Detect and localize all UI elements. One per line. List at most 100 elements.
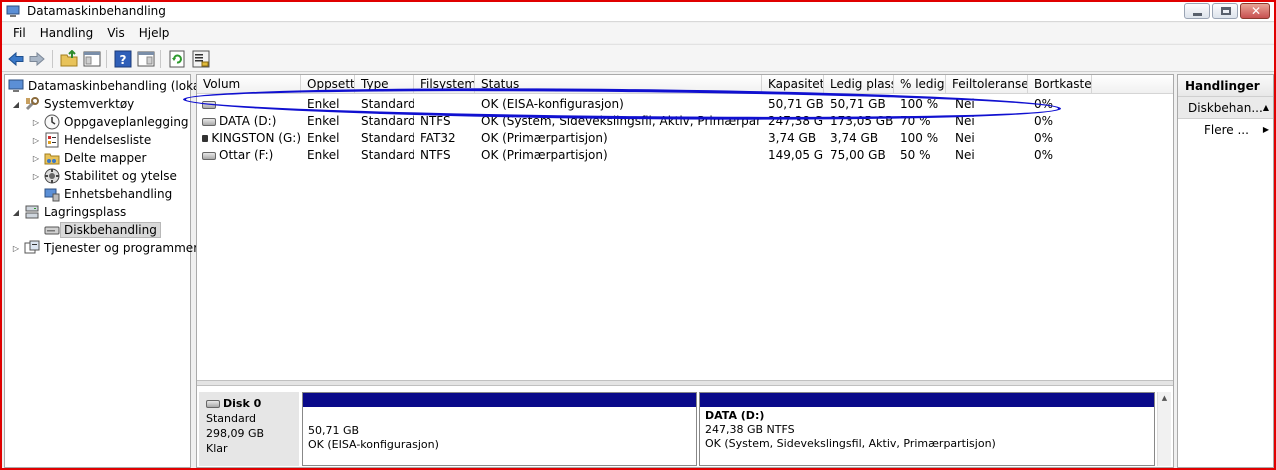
tree-item-event-viewer[interactable]: ▷ Hendelsesliste <box>31 131 151 149</box>
cell-prosent-ledig: 50 % <box>900 148 931 162</box>
forward-arrow-icon[interactable] <box>28 50 46 68</box>
cell-filsystem <box>420 96 475 113</box>
partition-size: 247,38 GB NTFS <box>705 423 795 436</box>
toolbar: ? <box>2 44 1274 72</box>
column-header-type[interactable]: Type <box>355 75 414 94</box>
tree-item-performance[interactable]: ▷ Stabilitet og ytelse <box>31 167 177 185</box>
export-list-icon[interactable] <box>192 50 210 68</box>
disk-0-label[interactable]: Disk 0 Standard 298,09 GB Klar <box>199 392 299 466</box>
collapsed-arrow-icon[interactable]: ▷ <box>31 118 41 127</box>
menu-vis[interactable]: Vis <box>100 26 132 40</box>
close-icon: ✕ <box>1251 4 1262 18</box>
tree-item-services[interactable]: ▷ Tjenester og programmer <box>11 239 198 257</box>
collapsed-arrow-icon[interactable]: ▷ <box>11 244 21 253</box>
disk-icon <box>206 399 220 408</box>
cell-volum: KINGSTON (G:) <box>211 131 301 145</box>
expanded-arrow-icon[interactable]: ◢ <box>11 100 21 109</box>
cell-type: Standard <box>361 97 414 111</box>
system-tools-icon <box>24 96 40 112</box>
tree-item-task-scheduler[interactable]: ▷ Oppgaveplanlegging <box>31 113 189 131</box>
tree-item-system-tools[interactable]: ◢ Systemverktøy <box>11 95 134 113</box>
tree-item-computer-management[interactable]: Datamaskinbehandling (lokal) <box>8 77 208 95</box>
cell-prosent-ledig: 100 % <box>900 131 939 145</box>
usb-drive-icon <box>202 135 209 142</box>
window-title: Datamaskinbehandling <box>27 4 166 18</box>
disk-management-icon <box>44 222 60 238</box>
tree-item-label: Lagringsplass <box>44 205 127 219</box>
cell-feiltoleranse: Nei <box>955 131 975 145</box>
tree-item-device-manager[interactable]: Enhetsbehandling <box>44 185 172 203</box>
expanded-arrow-icon[interactable]: ◢ <box>11 208 21 217</box>
cell-oppsett: Enkel <box>307 148 340 162</box>
menu-fil[interactable]: Fil <box>6 26 33 40</box>
column-header-filsystem[interactable]: Filsystem <box>414 75 475 94</box>
collapse-arrow-icon[interactable]: ▲ <box>1263 97 1269 118</box>
partition-eisa[interactable]: 50,71 GB OK (EISA-konfigurasjon) <box>302 392 697 466</box>
partition-status: OK (System, Sidevekslingsfil, Aktiv, Pri… <box>705 437 996 450</box>
cell-feiltoleranse: Nei <box>955 97 975 111</box>
graphical-view-scrollbar[interactable]: ▲ <box>1157 392 1171 466</box>
column-header-bortkastet[interactable]: Bortkastet <box>1028 75 1092 94</box>
table-row[interactable]: Enkel Standard OK (EISA-konfigurasjon) 5… <box>197 96 1173 113</box>
disk-name: Disk 0 <box>223 397 262 410</box>
refresh-icon[interactable] <box>168 50 186 68</box>
tree-item-label: Enhetsbehandling <box>64 187 173 201</box>
scroll-up-arrow-icon[interactable]: ▲ <box>1158 392 1171 404</box>
shared-folders-icon <box>44 150 60 166</box>
column-header-prosent-ledig[interactable]: % ledig <box>894 75 946 94</box>
maximize-button[interactable] <box>1212 3 1238 19</box>
minimize-button[interactable] <box>1184 3 1210 19</box>
column-header-ledig-plass[interactable]: Ledig plass <box>824 75 894 94</box>
help-icon[interactable]: ? <box>114 50 132 68</box>
tree-item-disk-management[interactable]: Diskbehandling <box>44 221 161 239</box>
cell-bortkastet: 0% <box>1034 131 1054 145</box>
menu-handling[interactable]: Handling <box>33 26 101 40</box>
partition-bar <box>303 393 696 407</box>
column-header-oppsett[interactable]: Oppsett <box>301 75 355 94</box>
device-manager-icon <box>44 186 60 202</box>
tree-item-label: Systemverktøy <box>44 97 135 111</box>
collapsed-arrow-icon[interactable]: ▷ <box>31 154 41 163</box>
column-header-volum[interactable]: Volum <box>197 75 301 94</box>
services-icon <box>24 240 40 256</box>
column-header-feiltoleranse[interactable]: Feiltoleranse <box>946 75 1028 94</box>
back-arrow-icon[interactable] <box>7 50 25 68</box>
actions-section-disk-management[interactable]: Diskbehan... ▲ <box>1178 97 1273 119</box>
cell-status: OK (EISA-konfigurasjon) <box>481 97 624 111</box>
column-header-kapasitet[interactable]: Kapasitet <box>762 75 824 94</box>
tree-item-label: Diskbehandling <box>60 222 161 238</box>
actions-more[interactable]: Flere ... ▶ <box>1178 119 1273 141</box>
collapsed-arrow-icon[interactable]: ▷ <box>31 172 41 181</box>
column-header-status[interactable]: Status <box>475 75 762 94</box>
volume-list: Volum Oppsett Type Filsystem Status Kapa… <box>197 75 1173 380</box>
tree-item-label: Oppgaveplanlegging <box>64 115 189 129</box>
actions-section-label: Diskbehan... <box>1188 101 1263 115</box>
tree-item-label: Hendelsesliste <box>64 133 152 147</box>
show-hide-tree-icon[interactable] <box>83 50 101 68</box>
cell-prosent-ledig: 100 % <box>900 97 939 111</box>
partition-data-d[interactable]: DATA (D:) 247,38 GB NTFS OK (System, Sid… <box>699 392 1155 466</box>
cell-ledig-plass: 50,71 GB <box>830 97 886 111</box>
cell-filsystem: NTFS <box>420 148 451 162</box>
tree-item-shared-folders[interactable]: ▷ Delte mapper <box>31 149 147 167</box>
partition-status: OK (EISA-konfigurasjon) <box>308 438 439 451</box>
menu-hjelp[interactable]: Hjelp <box>132 26 177 40</box>
up-folder-icon[interactable] <box>60 50 78 68</box>
title-bar: Datamaskinbehandling ✕ <box>2 2 1274 22</box>
cell-kapasitet: 50,71 GB <box>768 97 824 111</box>
collapsed-arrow-icon[interactable]: ▷ <box>31 136 41 145</box>
cell-filsystem: FAT32 <box>420 131 456 145</box>
cell-feiltoleranse: Nei <box>955 148 975 162</box>
tree-item-storage[interactable]: ◢ Lagringsplass <box>11 203 126 221</box>
menu-bar: Fil Handling Vis Hjelp <box>2 23 1274 43</box>
cell-volum: Ottar (F:) <box>219 148 274 162</box>
tree-item-label: Datamaskinbehandling (lokal) <box>28 79 209 93</box>
table-row[interactable]: Ottar (F:) Enkel Standard NTFS OK (Primæ… <box>197 147 1173 164</box>
cell-bortkastet: 0% <box>1034 114 1054 128</box>
table-row[interactable]: DATA (D:) Enkel Standard NTFS OK (System… <box>197 113 1173 130</box>
close-button[interactable]: ✕ <box>1240 3 1270 19</box>
cell-ledig-plass: 3,74 GB <box>830 131 879 145</box>
table-row[interactable]: KINGSTON (G:) Enkel Standard FAT32 OK (P… <box>197 130 1173 147</box>
cell-oppsett: Enkel <box>307 114 340 128</box>
show-hide-action-pane-icon[interactable] <box>137 50 155 68</box>
